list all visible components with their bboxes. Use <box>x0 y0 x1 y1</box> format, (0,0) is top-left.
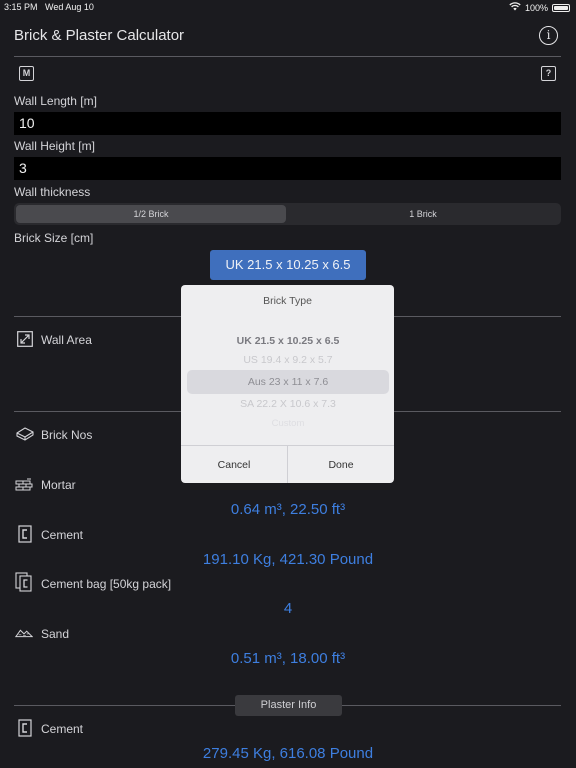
picker-option-custom[interactable]: Custom <box>189 418 387 429</box>
mortar-wall-icon <box>15 476 33 494</box>
status-date: Wed Aug 10 <box>45 2 94 12</box>
brick-nos-label: Brick Nos <box>41 428 93 442</box>
picker-option-aus[interactable]: Aus 23 x 11 x 7.6 <box>189 376 387 388</box>
segment-one-brick[interactable]: 1 Brick <box>288 205 558 223</box>
m-icon[interactable]: M <box>19 66 34 81</box>
brick-type-picker-dialog: Brick Type UK 21.5 x 10.25 x 6.5 US 19.4… <box>181 285 394 483</box>
sand-label: Sand <box>41 627 70 641</box>
battery-icon <box>552 3 570 12</box>
cement-icon <box>16 525 34 543</box>
brick-size-label: Brick Size [cm] <box>14 231 94 245</box>
cement-label: Cement <box>41 528 84 542</box>
expand-icon <box>16 330 34 348</box>
header-divider <box>14 56 561 57</box>
cancel-button[interactable]: Cancel <box>181 459 287 471</box>
wifi-icon <box>509 2 521 13</box>
wall-height-input[interactable]: 3 <box>14 157 561 180</box>
app-title: Brick & Plaster Calculator <box>14 27 185 44</box>
brick-size-button[interactable]: UK 21.5 x 10.25 x 6.5 <box>210 250 366 280</box>
picker-option-uk[interactable]: UK 21.5 x 10.25 x 6.5 <box>189 335 387 347</box>
plaster-cement-label: Cement <box>41 722 84 736</box>
sand-value: 0.51 m³, 18.00 ft³ <box>230 650 346 667</box>
segment-half-brick[interactable]: 1/2 Brick <box>16 205 286 223</box>
plaster-cement-icon <box>16 719 34 737</box>
brick-icon <box>16 425 34 443</box>
cement-bag-value: 4 <box>283 600 293 617</box>
picker-option-us[interactable]: US 19.4 x 9.2 x 5.7 <box>189 354 387 366</box>
wall-area-label: Wall Area <box>41 333 92 347</box>
done-button[interactable]: Done <box>288 459 394 471</box>
cement-value: 191.10 Kg, 421.30 Pound <box>202 551 374 568</box>
mortar-value: 0.64 m³, 22.50 ft³ <box>230 501 346 518</box>
wall-thickness-segmented-control: 1/2 Brick 1 Brick <box>14 203 561 225</box>
wall-height-label: Wall Height [m] <box>14 139 95 153</box>
brick-type-title: Brick Type <box>263 295 312 307</box>
mortar-label: Mortar <box>41 478 76 492</box>
status-time: 3:15 PM Wed Aug 10 <box>4 2 94 12</box>
wall-thickness-label: Wall thickness <box>14 185 91 199</box>
status-bar: 3:15 PM Wed Aug 10 100% <box>0 0 576 16</box>
wall-length-input[interactable]: 10 <box>14 112 561 135</box>
cement-bag-icon <box>15 572 33 592</box>
picker-option-sa[interactable]: SA 22.2 X 10.6 x 7.3 <box>189 398 387 410</box>
sand-icon <box>15 624 33 642</box>
help-icon[interactable]: ? <box>541 66 556 81</box>
wall-length-label: Wall Length [m] <box>14 94 97 108</box>
cement-bag-label: Cement bag [50kg pack] <box>41 577 172 591</box>
info-icon[interactable]: i <box>539 26 558 45</box>
plaster-cement-value: 279.45 Kg, 616.08 Pound <box>202 745 374 762</box>
plaster-info-badge: Plaster Info <box>235 695 342 716</box>
battery-percent: 100% <box>524 2 548 13</box>
